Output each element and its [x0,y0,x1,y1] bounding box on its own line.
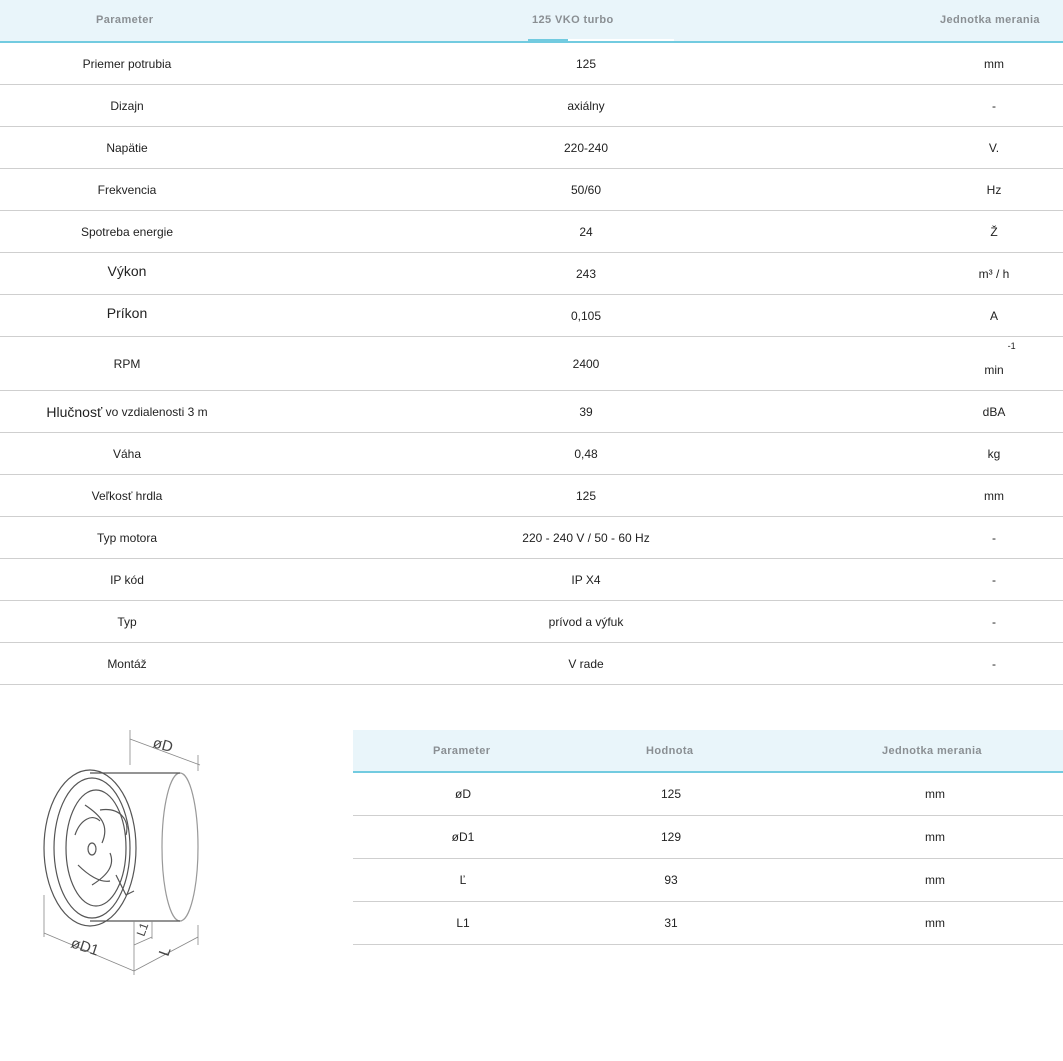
dim-header-value: Hodnota [646,745,694,757]
table-row: Hlučnosť vo vzdialenosti 3 m 39 dBA [0,391,1063,433]
row-value: 2400 [572,356,600,371]
tab-indicator-gap [568,39,674,41]
row-unit: m³ / h [978,266,1010,281]
row-unit: V. [988,140,1000,155]
header-model-tab[interactable]: 125 VKO turbo [532,14,614,26]
table-row: Napätie 220-240 V. [0,127,1063,169]
dim-header-parameter: Parameter [433,745,491,757]
table-row: Priemer potrubia 125 mm [0,43,1063,85]
row-unit: Hz [986,182,1002,197]
table-row: Výkon 243 m³ / h [0,253,1063,295]
dim-table-row: øD 125 mm [353,773,1063,816]
row-param: Typ [117,614,137,629]
row-unit: dBA [982,404,1006,419]
row-value: 125 [575,488,597,503]
dim-table-row: Ľ 93 mm [353,859,1063,902]
table-row: Dizajn axiálny - [0,85,1063,127]
active-tab-indicator [528,39,568,41]
row-value: 243 [575,266,597,281]
row-unit: - [992,572,996,587]
row-param: Priemer potrubia [82,56,172,71]
dim-table-row: L1 31 mm [353,902,1063,945]
table-row: Príkon 0,105 A [0,295,1063,337]
dimensions-table: Parameter Hodnota Jednotka merania øD 12… [353,730,1063,945]
label-diameter-d1: øD1 [69,935,101,960]
fan-drawing-svg: øD øD1 L L1 [43,730,201,975]
table-row: Spotreba energie 24 Ž [0,211,1063,253]
row-param: Dizajn [110,98,144,113]
row-unit: A [989,308,998,323]
row-param: Výkon [107,263,147,279]
dim-unit: mm [925,787,945,801]
row-unit: - [992,98,996,113]
dim-param: Ľ [459,873,467,887]
unit-superscript: -1 [1007,340,1016,351]
row-value: V rade [568,656,604,671]
row-value: IP X4 [571,572,601,587]
row-param: Veľkosť hrdla [91,488,163,503]
table-row: Váha 0,48 kg [0,433,1063,475]
row-unit: mm [984,488,1004,503]
dim-unit: mm [925,830,945,844]
row-value: 220 - 240 V / 50 - 60 Hz [522,530,650,545]
row-param: Váha [112,446,142,461]
row-param: Typ motora [96,530,158,545]
spec-table-header: Parameter 125 VKO turbo Jednotka merania [0,0,1063,43]
row-param: Frekvencia [97,182,157,197]
row-value: axiálny [567,98,605,113]
row-unit: - [992,656,996,671]
table-row: Montáž V rade - [0,643,1063,685]
row-value: 220-240 [563,140,609,155]
dim-unit: mm [925,916,945,930]
dim-table-row: øD1 129 mm [353,816,1063,859]
table-row: IP kód IP X4 - [0,559,1063,601]
row-param-main: Hlučnosť [46,403,103,420]
dim-value: 93 [664,873,678,887]
row-value: prívod a výfuk [548,614,624,629]
dim-header-unit: Jednotka merania [882,745,982,757]
row-param: Hlučnosť vo vzdialenosti 3 m [0,391,254,432]
row-unit: -1 min [944,337,1044,390]
row-unit: Ž [990,224,998,239]
row-value: 0,48 [574,446,598,461]
unit-with-superscript: -1 min [984,341,1015,377]
row-param-suffix: vo vzdialenosti 3 m [105,404,208,419]
dim-value: 31 [664,916,678,930]
dim-param: L1 [456,916,470,930]
row-value: 39 [579,404,593,419]
dim-param: øD1 [451,830,475,844]
fan-dimension-drawing: øD øD1 L L1 [30,725,260,990]
dim-unit: mm [925,873,945,887]
unit-base: min [984,362,1004,377]
header-parameter: Parameter [96,14,154,26]
row-param: Montáž [107,656,147,671]
label-diameter-d: øD [151,734,175,756]
dim-value: 129 [660,830,682,844]
table-row: Frekvencia 50/60 Hz [0,169,1063,211]
row-param: Napätie [106,140,148,155]
table-row: Veľkosť hrdla 125 mm [0,475,1063,517]
row-value: 50/60 [570,182,602,197]
row-value: 125 [575,56,597,71]
table-row: RPM 2400 -1 min [0,337,1063,391]
label-length-l1: L1 [134,920,152,938]
table-row: Typ prívod a výfuk - [0,601,1063,643]
row-param: IP kód [110,572,144,587]
row-unit: mm [984,56,1004,71]
row-unit: - [992,614,996,629]
row-value: 0,105 [570,308,602,323]
dim-param: øD [455,787,471,801]
table-row: Typ motora 220 - 240 V / 50 - 60 Hz - [0,517,1063,559]
row-param: RPM [113,356,141,371]
label-length-l: L [156,945,175,959]
dimensions-table-header: Parameter Hodnota Jednotka merania [353,730,1063,773]
row-unit: kg [987,446,1001,461]
row-value: 24 [579,224,593,239]
dim-value: 125 [660,787,682,801]
row-unit: - [992,530,996,545]
spec-table: Parameter 125 VKO turbo Jednotka merania… [0,0,1063,685]
row-param: Príkon [106,305,148,321]
header-unit: Jednotka merania [940,14,1040,26]
row-param: Spotreba energie [80,224,174,239]
